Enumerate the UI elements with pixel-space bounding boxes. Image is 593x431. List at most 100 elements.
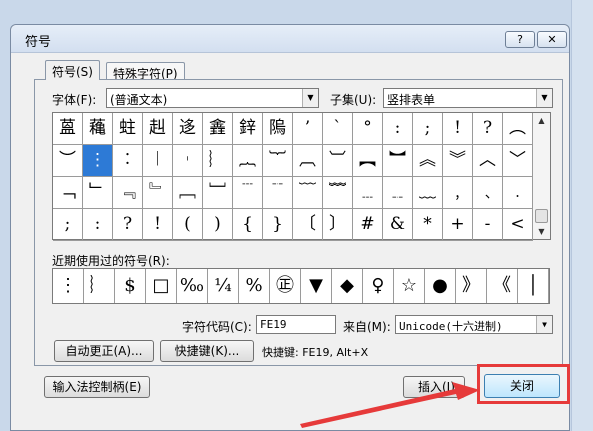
char-code-input[interactable]: FE19 [256, 315, 336, 334]
symbol-cell[interactable]: ’ [293, 113, 323, 145]
symbol-cell[interactable]: ︻ [353, 145, 383, 177]
recent-symbol-cell[interactable]: ‰ [177, 269, 208, 303]
symbol-cell[interactable]: ? [473, 113, 503, 145]
recent-symbol-cell[interactable]: ▼ [301, 269, 332, 303]
symbol-cell[interactable]: # [353, 209, 383, 241]
symbol-cell[interactable]: & [383, 209, 413, 241]
recent-symbol-cell[interactable]: ☆ [394, 269, 425, 303]
symbol-cell[interactable]: ︿ [473, 145, 503, 177]
symbol-cell[interactable]: ︷ [233, 145, 263, 177]
symbol-cell[interactable]: ﹋ [293, 177, 323, 209]
symbol-cell[interactable]: ! [443, 113, 473, 145]
recent-symbol-cell[interactable]: ︴ [84, 269, 115, 303]
scroll-up-icon[interactable]: ▲ [533, 113, 550, 129]
symbol-cell[interactable]: ︲ [173, 145, 203, 177]
symbol-cell[interactable]: + [443, 209, 473, 241]
symbol-cell[interactable]: ﹁ [53, 177, 83, 209]
symbol-cell[interactable]: : [83, 209, 113, 241]
symbol-cell[interactable]: ︵ [503, 113, 533, 145]
symbol-cell[interactable]: ︼ [383, 145, 413, 177]
symbol-cell[interactable]: ? [113, 209, 143, 241]
recent-symbol-cell[interactable]: ¼ [208, 269, 239, 303]
recent-symbol-cell[interactable]: ㊣ [270, 269, 301, 303]
symbol-cell[interactable]: < [503, 209, 533, 241]
symbol-cell[interactable]: ( [173, 209, 203, 241]
symbol-cell[interactable]: ﹂ [83, 177, 113, 209]
tab-special-characters[interactable]: 特殊字符(P) [106, 62, 185, 81]
symbol-cell[interactable]: 鋅 [233, 113, 263, 145]
recent-symbol-cell[interactable]: 《 [487, 269, 518, 303]
recent-symbol-cell[interactable]: % [239, 269, 270, 303]
grid-scrollbar[interactable]: ▲ ▼ [533, 112, 551, 240]
symbol-cell[interactable]: ﹏ [413, 177, 443, 209]
symbol-cell[interactable]: ﹄ [143, 177, 173, 209]
symbol-cell[interactable]: ` [323, 113, 353, 145]
symbol-cell[interactable]: 〕 [323, 209, 353, 241]
symbol-cell[interactable]: 隖 [263, 113, 293, 145]
symbol-cell[interactable]: ; [413, 113, 443, 145]
symbol-cell[interactable]: ﹇ [173, 177, 203, 209]
symbol-cell[interactable]: 迻 [173, 113, 203, 145]
insert-button[interactable]: 插入(I) [403, 376, 465, 398]
symbol-cell[interactable]: 蒕 [53, 113, 83, 145]
tab-symbols[interactable]: 符号(S) [45, 60, 100, 80]
symbol-cell[interactable]: ﹎ [383, 177, 413, 209]
symbol-cell[interactable]: ﹍ [353, 177, 383, 209]
symbol-cell[interactable]: } [263, 209, 293, 241]
recent-symbol-cell[interactable]: ◆ [332, 269, 363, 303]
symbol-cell[interactable]: ) [203, 209, 233, 241]
recent-symbol-cell[interactable]: ♀ [363, 269, 394, 303]
recent-symbol-cell[interactable]: $ [115, 269, 146, 303]
help-button[interactable]: ? [505, 31, 535, 48]
from-label: 来自(M): [343, 320, 391, 334]
symbol-cell[interactable]: ﹑ [473, 177, 503, 209]
symbol-cell[interactable]: : [383, 113, 413, 145]
recent-symbol-cell[interactable]: ● [425, 269, 456, 303]
symbol-cell[interactable]: ︱ [143, 145, 173, 177]
symbol-cell[interactable]: * [413, 209, 443, 241]
chevron-down-icon: ▼ [536, 89, 552, 107]
symbol-cell[interactable]: ! [143, 209, 173, 241]
symbol-cell[interactable]: ﹃ [113, 177, 143, 209]
symbol-cell[interactable]: ︴ [203, 145, 233, 177]
symbol-cell[interactable]: 〔 [293, 209, 323, 241]
chevron-down-icon: ▼ [302, 89, 318, 107]
from-dropdown-value: Unicode(十六进制) [399, 320, 503, 333]
symbol-cell[interactable]: ︹ [293, 145, 323, 177]
from-dropdown[interactable]: Unicode(十六进制) ▼ [395, 315, 553, 334]
symbol-cell[interactable]: ﹊ [263, 177, 293, 209]
symbol-cell[interactable]: 蘒 [83, 113, 113, 145]
symbol-cell[interactable]: ﹒ [503, 177, 533, 209]
symbol-cell[interactable]: 錱 [203, 113, 233, 145]
symbol-cell[interactable]: 蛀 [113, 113, 143, 145]
recent-symbol-cell[interactable]: 》 [456, 269, 487, 303]
symbol-cell[interactable]: ︾ [443, 145, 473, 177]
symbol-cell[interactable]: ﹉ [233, 177, 263, 209]
symbol-cell[interactable]: 赳 [143, 113, 173, 145]
close-button[interactable]: ✕ [537, 31, 567, 48]
symbol-cell[interactable]: ﹌ [323, 177, 353, 209]
symbol-cell[interactable]: ; [53, 209, 83, 241]
symbol-cell[interactable]: ⋮ [83, 145, 113, 177]
symbol-cell[interactable]: ︺ [323, 145, 353, 177]
symbol-cell[interactable]: ︸ [263, 145, 293, 177]
symbol-cell[interactable]: ︰ [113, 145, 143, 177]
recent-symbol-cell[interactable]: │ [518, 269, 549, 303]
symbol-cell[interactable]: { [233, 209, 263, 241]
symbol-cell[interactable]: ︽ [413, 145, 443, 177]
symbol-cell[interactable]: ﹈ [203, 177, 233, 209]
symbol-cell[interactable]: ︶ [53, 145, 83, 177]
shortcut-key-button[interactable]: 快捷键(K)... [160, 340, 254, 362]
scroll-down-icon[interactable]: ▼ [533, 224, 550, 240]
scroll-thumb[interactable] [535, 209, 548, 223]
recent-symbol-cell[interactable]: □ [146, 269, 177, 303]
subset-dropdown[interactable]: 竖排表单 ▼ [383, 88, 553, 108]
ime-control-button[interactable]: 输入法控制柄(E) [44, 376, 150, 398]
symbol-cell[interactable]: - [473, 209, 503, 241]
font-dropdown[interactable]: (普通文本) ▼ [106, 88, 319, 108]
recent-symbol-cell[interactable]: ⋮ [53, 269, 84, 303]
autocorrect-button[interactable]: 自动更正(A)... [54, 340, 154, 362]
symbol-cell[interactable]: ° [353, 113, 383, 145]
symbol-cell[interactable]: ﹐ [443, 177, 473, 209]
symbol-cell[interactable]: ﹀ [503, 145, 533, 177]
